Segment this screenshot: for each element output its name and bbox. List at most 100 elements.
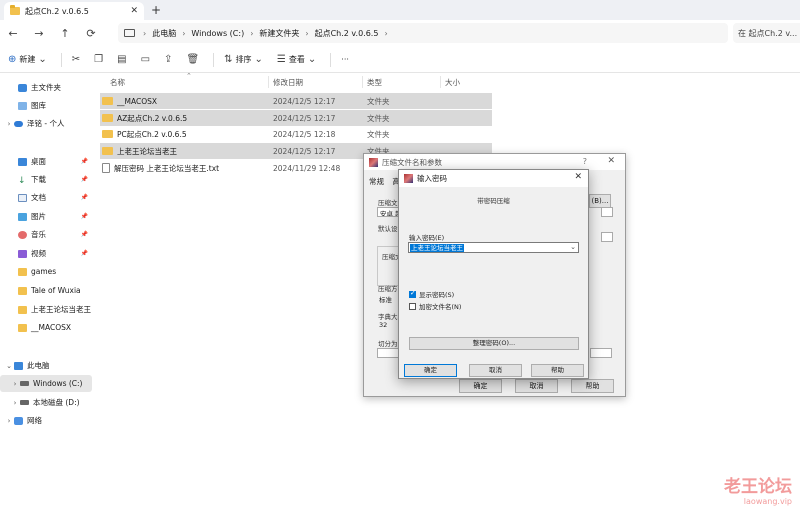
table-row[interactable]: AZ起点Ch.2 v.0.6.5 2024/12/5 12:17 文件夹 [100,110,492,126]
profile-select[interactable] [601,232,613,242]
sidebar-item-wuxia[interactable]: Tale of Wuxia [0,282,92,299]
column-divider[interactable] [362,76,363,88]
checkbox-label: 加密文件名(N) [419,303,462,311]
sidebar-item-cdrive[interactable]: › Windows (C:) [0,375,92,392]
computer-icon [124,29,135,37]
sidebar-item-music[interactable]: 音乐 📌 [0,226,92,243]
copy-icon[interactable]: ❐ [94,54,103,65]
forward-arrow-icon[interactable]: → [26,27,52,40]
column-header-name[interactable]: 名称 [110,77,125,88]
column-header-size[interactable]: 大小 [445,77,460,88]
sidebar-item-home[interactable]: 主文件夹 [0,79,92,96]
help-button[interactable]: 帮助 [571,379,614,393]
chevron-right-icon[interactable]: › [4,120,14,128]
navigation-pane: 主文件夹 图库 › 泽铭 - 个人 桌面 📌 ↓ 下载 📌 文档 📌 图片 📌 … [0,74,92,511]
sidebar-item-games[interactable]: games [0,263,92,280]
chevron-down-icon[interactable]: ⌄ [4,362,14,370]
cut-icon[interactable]: ✂ [72,54,80,65]
tab-bar: 起点Ch.2 v.0.6.5 ✕ + [0,0,800,20]
breadcrumb-item[interactable]: 此电脑 [146,28,182,39]
sidebar-item-pictures[interactable]: 图片 📌 [0,208,92,225]
file-type: 文件夹 [367,129,390,139]
chevron-right-icon[interactable]: › [4,417,14,425]
column-header-date[interactable]: 修改日期 [273,77,303,88]
table-row[interactable]: PC起点Ch.2 v.0.6.5 2024/12/5 12:18 文件夹 [100,126,492,142]
sidebar-item-forum[interactable]: 上老王论坛当老王 [0,301,92,318]
new-tab-icon[interactable]: + [151,3,161,17]
home-icon [18,83,27,92]
sidebar-item-downloads[interactable]: ↓ 下载 📌 [0,171,92,188]
column-divider[interactable] [268,76,269,88]
breadcrumb[interactable]: › 此电脑 › Windows (C:) › 新建文件夹 › 起点Ch.2 v.… [118,23,728,43]
tab-general[interactable]: 常规 [369,177,384,186]
sort-button[interactable]: ⇅ 排序 ⌄ [224,54,263,65]
cancel-button[interactable]: 取消 [515,379,558,393]
rename-icon[interactable]: ▭ [141,54,150,65]
up-arrow-icon[interactable]: ↑ [52,27,78,40]
encrypt-filenames-checkbox[interactable]: 加密文件名(N) [409,301,461,311]
sidebar-item-ddrive[interactable]: › 本地磁盘 (D:) [0,394,92,411]
new-label: 新建 [19,55,36,64]
pin-icon: 📌 [80,158,88,165]
sidebar-item-macosx[interactable]: __MACOSX [0,319,92,336]
sidebar-item-network[interactable]: › 网络 [0,412,92,429]
help-icon[interactable]: ? [583,157,587,166]
sidebar-item-thispc[interactable]: ⌄ 此电脑 [0,357,92,374]
ok-button[interactable]: 确定 [404,364,457,377]
sidebar-item-gallery[interactable]: 图库 [0,97,92,114]
close-icon[interactable]: ✕ [574,172,582,182]
new-button[interactable]: ⊕ 新建 ⌄ [8,54,47,65]
checkbox-checked[interactable] [409,289,416,298]
ok-button[interactable]: 确定 [459,379,502,393]
computer-icon [14,361,23,370]
chevron-right-icon[interactable]: › [10,380,20,388]
file-name: __MACOSX [117,96,158,106]
table-row[interactable]: __MACOSX 2024/12/5 12:17 文件夹 [100,93,492,109]
file-date: 2024/12/5 12:17 [273,146,336,156]
folder-icon [102,97,113,105]
sidebar-item-documents[interactable]: 文档 📌 [0,189,92,206]
sidebar-item-desktop[interactable]: 桌面 📌 [0,153,92,170]
file-type: 文件夹 [367,96,390,106]
file-date: 2024/11/29 12:48 [273,163,341,173]
breadcrumb-item[interactable]: 新建文件夹 [253,28,305,39]
refresh-icon[interactable]: ⟳ [78,27,104,40]
share-icon[interactable]: ⇪ [164,54,172,65]
chevron-right-icon[interactable]: › [10,399,20,407]
organize-passwords-button[interactable]: 整理密码(O)... [409,337,579,350]
view-button[interactable]: ☰ 查看 ⌄ [277,54,316,65]
default-settings-label: 默认设 [378,225,398,233]
pin-icon: 📌 [80,194,88,201]
breadcrumb-item[interactable]: Windows (C:) [185,29,250,38]
delete-icon[interactable]: 🗑 [186,54,199,65]
chevron-down-icon[interactable]: ⌄ [570,243,576,251]
browse-button[interactable]: (B)... [589,194,611,208]
tab-current[interactable]: 起点Ch.2 v.0.6.5 ✕ [4,2,144,20]
checkbox-unchecked[interactable] [409,302,416,310]
document-icon [18,193,27,202]
sort-label: 排序 [235,55,252,64]
winrar-icon [404,174,413,183]
cancel-button[interactable]: 取消 [469,364,522,377]
split-unit-select[interactable] [590,348,612,358]
show-password-checkbox[interactable]: 显示密码(S) [409,289,454,299]
close-icon[interactable]: ✕ [130,6,138,16]
close-icon[interactable]: ✕ [607,156,615,166]
dialog-heading: 带密码压缩 [477,197,510,205]
update-mode-select[interactable] [601,207,613,217]
help-button[interactable]: 帮助 [531,364,584,377]
search-input[interactable]: 在 起点Ch.2 v... [733,23,800,43]
sidebar-item-cloud[interactable]: › 泽铭 - 个人 [0,115,92,132]
sidebar-item-label: Tale of Wuxia [31,286,81,295]
column-divider[interactable] [440,76,441,88]
more-button[interactable]: ··· [341,55,349,64]
music-icon [18,230,27,239]
paste-icon[interactable]: ▤ [117,54,126,65]
back-arrow-icon[interactable]: ← [0,27,26,40]
sidebar-item-videos[interactable]: 视频 📌 [0,245,92,262]
password-input[interactable]: 上老王论坛当老王 ⌄ [408,242,579,253]
folder-icon [18,286,27,295]
breadcrumb-item[interactable]: 起点Ch.2 v.0.6.5 [309,28,385,39]
dialog-titlebar[interactable]: 输入密码 [399,170,588,187]
column-header-type[interactable]: 类型 [367,77,382,88]
